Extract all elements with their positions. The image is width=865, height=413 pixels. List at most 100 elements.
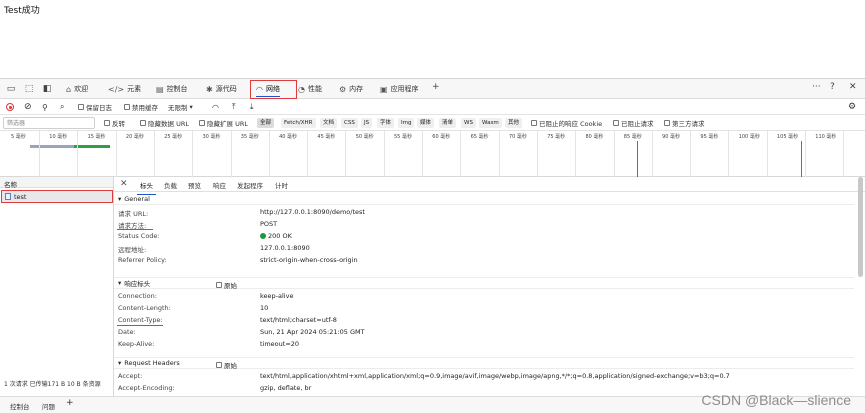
request-details: ✕ 标头 负载 预览 响应 发起程序 计时 ▾ General 请求 URL: … — [114, 177, 865, 396]
filter-chip-css[interactable]: CSS — [341, 118, 358, 128]
general-value: strict-origin-when-cross-origin — [260, 256, 358, 264]
timeline-overview[interactable]: 5 毫秒 10 毫秒 15 毫秒 20 毫秒 25 毫秒 30 毫秒 35 毫秒 40 毫秒 4… — [0, 131, 865, 177]
request-header-key: Accept-Encoding: — [118, 384, 175, 392]
timeline-gridline — [192, 131, 194, 177]
more-options-button[interactable]: ··· — [812, 82, 821, 92]
timeline-tick-label: 95 毫秒 — [700, 134, 719, 140]
search-icon[interactable]: ⌕ — [60, 101, 64, 113]
throttle-select[interactable]: 无限制 ▾ — [168, 101, 193, 113]
settings-gear-icon[interactable]: ⚙ — [848, 101, 856, 113]
filter-chip-ws[interactable]: WS — [461, 118, 476, 128]
response-header-key: Connection: — [118, 292, 157, 300]
tab-initiator[interactable]: 发起程序 — [237, 180, 263, 190]
response-headers-header[interactable]: ▾ 响应标头 原始 — [114, 278, 854, 290]
console-icon: ▤ — [156, 84, 164, 94]
response-header-value: timeout=20 — [260, 340, 300, 348]
record-button[interactable] — [6, 101, 14, 113]
tab-memory[interactable]: ⚙ 内存 — [335, 79, 367, 99]
tab-console[interactable]: ▤ 控制台 — [152, 79, 192, 99]
request-name: test — [14, 192, 27, 201]
inspect-element-icon[interactable]: ⬚ — [22, 82, 36, 96]
disable-cache-checkbox[interactable]: 禁用缓存 — [124, 101, 158, 113]
raw-toggle-checkbox[interactable]: 原始 — [216, 360, 237, 370]
timeline-gridline — [39, 131, 40, 177]
filter-bar: 反转 隐藏数据 URL 隐藏扩展 URL 全部 Fetch/XHR 文档 CSS… — [0, 115, 865, 131]
raw-toggle-checkbox[interactable]: 原始 — [216, 280, 237, 290]
filter-chip-doc[interactable]: 文档 — [320, 118, 338, 128]
timeline-tick-label: 5 毫秒 — [11, 134, 26, 140]
clear-icon[interactable]: ⊘ — [24, 101, 32, 113]
request-headers-header[interactable]: ▾ Request Headers 原始 — [114, 358, 854, 370]
upload-icon[interactable]: ⤒ — [232, 101, 236, 113]
filter-chip-wasm[interactable]: Wasm — [479, 118, 502, 128]
filter-input[interactable] — [3, 117, 95, 129]
hide-extension-urls-checkbox[interactable]: 隐藏扩展 URL — [199, 117, 248, 129]
details-scrollbar[interactable] — [858, 177, 863, 277]
tab-welcome[interactable]: ⌂ 欢迎 — [62, 79, 92, 99]
preserve-log-checkbox[interactable]: 保留日志 — [78, 101, 112, 113]
response-header-key: Date: — [118, 328, 136, 336]
app-icon: ▣ — [380, 84, 388, 94]
filter-chip-other[interactable]: 其他 — [505, 118, 523, 128]
timeline-tick-label: 85 毫秒 — [623, 134, 642, 140]
timeline-gridline — [383, 131, 385, 177]
timeline-gridline — [422, 131, 423, 177]
timeline-marker-blue — [637, 141, 638, 177]
filter-chip-fetch-xhr[interactable]: Fetch/XHR — [281, 118, 316, 128]
filter-toggle-icon[interactable]: ⚲ — [42, 101, 48, 113]
timeline-tick-label: 80 毫秒 — [585, 134, 604, 140]
network-status-summary: 1 次请求 已传输171 B 10 B 条资源 — [4, 381, 101, 388]
tab-elements[interactable]: </> 元素 — [104, 79, 145, 99]
timeline-tick-label: 40 毫秒 — [279, 134, 298, 140]
blocked-cookies-checkbox[interactable]: 已阻止的响应 Cookie — [531, 117, 602, 129]
invert-checkbox[interactable]: 反转 — [104, 117, 125, 129]
add-tab-button[interactable]: + — [432, 82, 440, 92]
filter-chip-media[interactable]: 媒体 — [417, 118, 435, 128]
tab-sources[interactable]: ✱ 源代码 — [202, 79, 241, 99]
third-party-checkbox[interactable]: 第三方请求 — [664, 117, 705, 129]
blocked-requests-checkbox[interactable]: 已阻止请求 — [613, 117, 654, 129]
hide-data-urls-checkbox[interactable]: 隐藏数据 URL — [140, 117, 189, 129]
timeline-tick-label: 75 毫秒 — [547, 134, 566, 140]
request-list-header: 名称 — [0, 177, 113, 189]
tab-headers[interactable]: 标头 — [137, 180, 156, 195]
timeline-tick-label: 60 毫秒 — [432, 134, 451, 140]
network-conditions-icon[interactable]: ◠ — [212, 101, 219, 113]
tab-application[interactable]: ▣ 应用程序 — [376, 79, 423, 99]
request-list: 名称 test — [0, 177, 114, 396]
response-header-key: Content-Length: — [118, 304, 171, 312]
code-icon: </> — [108, 84, 125, 94]
timeline-tick-label: 25 毫秒 — [164, 134, 183, 140]
timeline-tick-label: 105 毫秒 — [777, 134, 799, 140]
tab-response[interactable]: 响应 — [213, 180, 226, 190]
tab-payload[interactable]: 负载 — [164, 180, 177, 190]
filter-chip-js[interactable]: JS — [361, 118, 373, 128]
timeline-bar-gray — [30, 145, 75, 148]
drawer-tab-issues[interactable]: 问题 — [42, 401, 55, 411]
general-section-header[interactable]: ▾ General — [114, 194, 854, 205]
dock-side-icon[interactable]: ◧ — [40, 82, 54, 96]
close-devtools-button[interactable]: ✕ — [849, 82, 857, 92]
drawer-add-button[interactable]: + — [66, 398, 74, 408]
timeline-gridline — [307, 131, 309, 177]
filter-chip-img[interactable]: Img — [398, 118, 415, 128]
filter-chip-font[interactable]: 字体 — [377, 118, 395, 128]
home-icon: ⌂ — [66, 84, 72, 94]
help-button[interactable]: ? — [830, 82, 835, 92]
tab-preview[interactable]: 预览 — [188, 180, 201, 190]
request-header-value: text/html,application/xhtml+xml,applicat… — [260, 372, 730, 380]
filter-chip-all[interactable]: 全部 — [257, 118, 275, 128]
close-details-icon[interactable]: ✕ — [120, 179, 128, 189]
performance-icon: ◔ — [298, 84, 305, 94]
timeline-gridline — [115, 131, 117, 177]
tab-performance[interactable]: ◔ 性能 — [294, 79, 326, 99]
csdn-watermark: CSDN @Black—slience — [701, 392, 851, 408]
timeline-gridline — [805, 131, 806, 177]
tab-timing[interactable]: 计时 — [275, 180, 288, 190]
device-toolbar-icon[interactable]: ▭ — [4, 82, 18, 96]
drawer-tab-console[interactable]: 控制台 — [10, 401, 30, 411]
filter-chip-manifest[interactable]: 清单 — [439, 118, 457, 128]
timeline-tick-label: 65 毫秒 — [470, 134, 489, 140]
download-icon[interactable]: ⤓ — [250, 101, 254, 113]
request-row[interactable]: test — [1, 190, 113, 203]
